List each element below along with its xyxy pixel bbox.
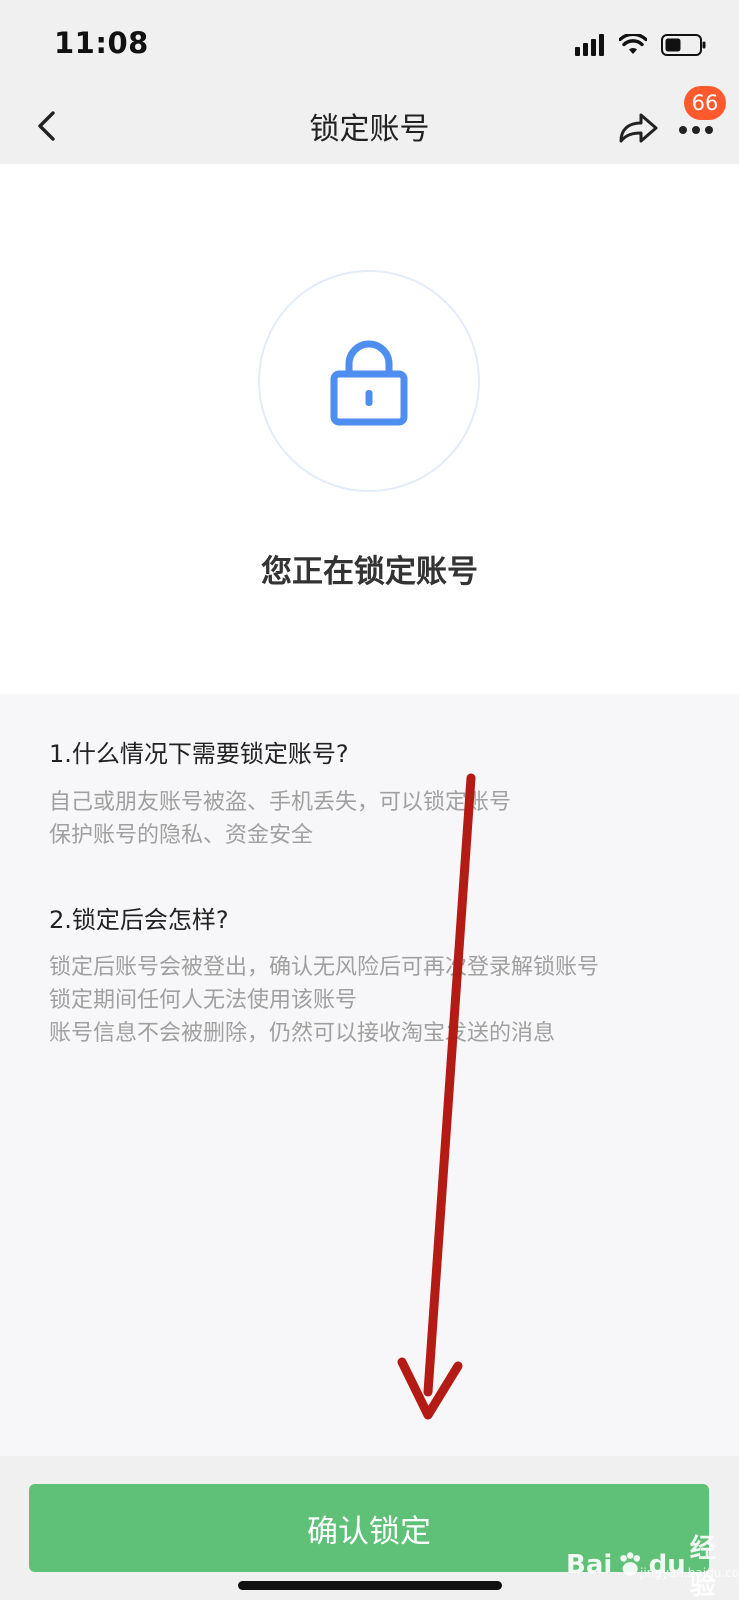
hero-title: 您正在锁定账号 [261, 554, 478, 590]
cellular-signal-icon [575, 34, 604, 56]
status-time: 11:08 [54, 26, 149, 60]
status-bar: 11:08 [0, 0, 739, 90]
home-indicator [238, 1581, 502, 1590]
status-icons [575, 32, 707, 58]
section-heading: 2.锁定后会怎样? [49, 906, 229, 934]
lock-icon [330, 340, 408, 426]
share-button[interactable] [614, 104, 662, 152]
lock-hero: 您正在锁定账号 [0, 164, 739, 694]
section-heading: 1.什么情况下需要锁定账号? [49, 740, 349, 768]
watermark-site: jingyan.baidu.com [640, 1566, 739, 1580]
section-line: 锁定后账号会被登出，确认无风险后可再次登录解锁账号 [49, 955, 600, 980]
section-body: 自己或朋友账号被盗、手机丢失，可以锁定账号 保护账号的隐私、资金安全 [49, 786, 511, 852]
watermark-brand-cn: 经验 [689, 1534, 716, 1600]
wifi-icon [619, 34, 647, 54]
battery-icon [661, 34, 706, 56]
notification-badge: 66 [684, 86, 726, 120]
watermark-brand: Bai [566, 1550, 613, 1580]
more-dots-icon [679, 126, 713, 134]
info-section: 1.什么情况下需要锁定账号? 自己或朋友账号被盗、手机丢失，可以锁定账号 保护账… [0, 694, 739, 1456]
section-line: 锁定期间任何人无法使用该账号 [49, 988, 358, 1013]
lock-icon-circle [258, 270, 480, 492]
baidu-watermark: Bai du 经验 [566, 1528, 739, 1600]
section-line: 账号信息不会被删除，仍然可以接收淘宝发送的消息 [49, 1021, 556, 1046]
share-icon [619, 113, 658, 143]
nav-bar: 锁定账号 [0, 90, 739, 164]
section-body: 锁定后账号会被登出，确认无风险后可再次登录解锁账号 锁定期间任何人无法使用该账号… [49, 951, 599, 1050]
section-line: 自己或朋友账号被盗、手机丢失，可以锁定账号 [49, 790, 512, 815]
section-line: 保护账号的隐私、资金安全 [49, 823, 314, 848]
